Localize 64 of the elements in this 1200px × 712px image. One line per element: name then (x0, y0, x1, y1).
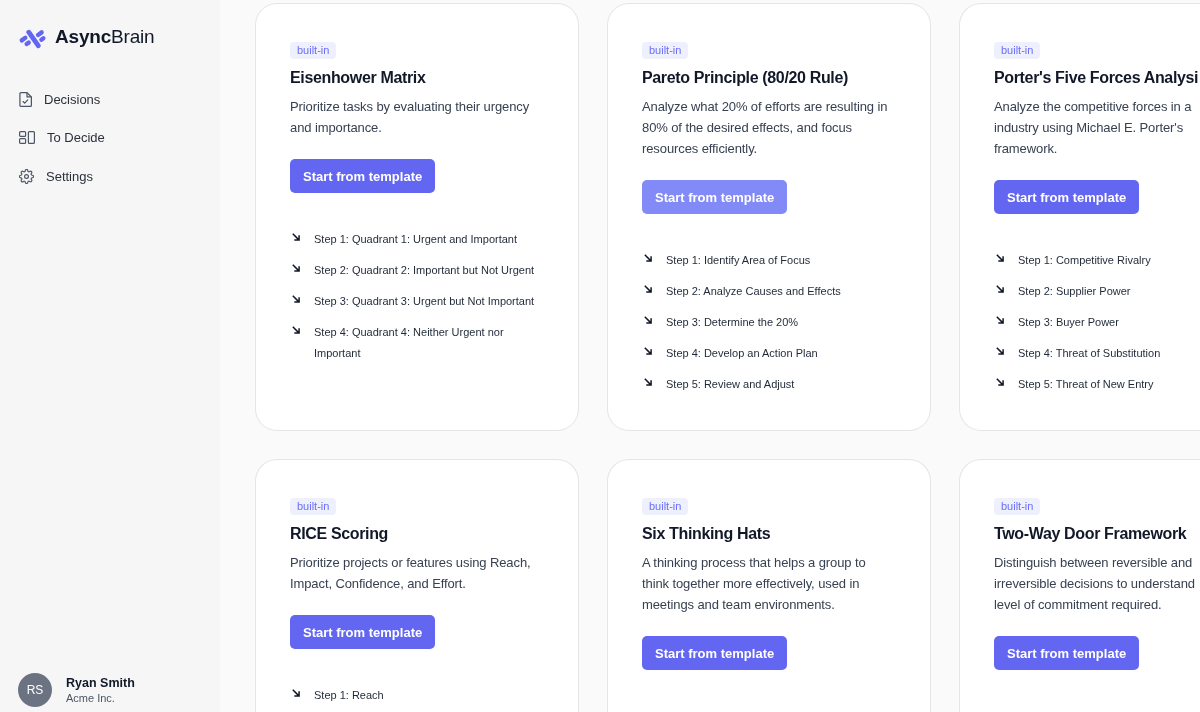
user-avatar: RS (18, 673, 52, 707)
step-text: Step 3: Quadrant 3: Urgent but Not Important (314, 294, 535, 309)
step-text: Step 2: Quadrant 2: Important but Not Urgent (314, 263, 535, 278)
down-right-arrow-icon (292, 326, 300, 334)
card-description: Distinguish between reversible and irreversible decisions to understand level of commitment required. (994, 554, 1196, 614)
start-template-button[interactable]: Start from template (290, 159, 436, 193)
card-title: Two-Way Door Framework (994, 524, 1187, 544)
template-tag: built-in (994, 42, 1041, 59)
card-description: A thinking process that helps a group to think together more effectively, used in meetings and team environments. (642, 554, 867, 614)
template-tag: built-in (642, 42, 689, 59)
step-text: Step 1: Identify Area of Focus (666, 253, 811, 268)
step-text: Step 4: Threat of Substitution (1018, 346, 1161, 361)
step-text: Step 1: Competitive Rivalry (1018, 253, 1151, 268)
card-description: Prioritize tasks by evaluating their urgency and importance. (290, 98, 531, 137)
nav-item[interactable]: To Decide (18, 118, 105, 157)
logo-text: AsyncBrain (55, 26, 155, 48)
start-template-button[interactable]: Start from template (290, 615, 436, 649)
step-text: Step 2: Analyze Causes and Effects (666, 284, 841, 299)
down-right-arrow-icon (996, 254, 1004, 262)
down-right-arrow-icon (644, 316, 652, 324)
card-description: Analyze the competitive forces in a industry using Michael E. Porter's framework. (994, 98, 1193, 158)
card-title: Six Thinking Hats (642, 524, 771, 544)
document-check-icon (19, 91, 32, 107)
down-right-arrow-icon (996, 347, 1004, 355)
template-tag: built-in (290, 498, 337, 515)
down-right-arrow-icon (292, 295, 300, 303)
card-description: Prioritize projects or features using Reach, Impact, Confidence, and Effort. (290, 554, 532, 593)
step-text: Step 1: Reach (314, 688, 384, 703)
step-text: Step 2: Supplier Power (1018, 284, 1131, 299)
template-tag: built-in (994, 498, 1041, 515)
card-title: Eisenhower Matrix (290, 68, 426, 88)
down-right-arrow-icon (292, 264, 300, 272)
step-text: Step 4: Develop an Action Plan (666, 346, 818, 361)
step-text: Step 5: Review and Adjust (666, 377, 795, 392)
down-right-arrow-icon (292, 689, 300, 697)
settings-icon (19, 168, 34, 184)
template-tag: built-in (642, 498, 689, 515)
user-name: Ryan Smith (66, 676, 135, 690)
down-right-arrow-icon (644, 285, 652, 293)
step-text: Step 3: Buyer Power (1018, 315, 1119, 330)
down-right-arrow-icon (996, 316, 1004, 324)
layout-blocks-icon (19, 131, 35, 145)
step-text: Step 5: Threat of New Entry (1018, 377, 1154, 392)
down-right-arrow-icon (996, 285, 1004, 293)
nav-item[interactable]: Decisions (18, 80, 101, 119)
down-right-arrow-icon (644, 347, 652, 355)
start-template-button[interactable]: Start from template (642, 180, 788, 214)
card-description: Analyze what 20% of efforts are resulting in 80% of the desired effects, and focus resources efficiently. (642, 98, 889, 158)
card-title: RICE Scoring (290, 524, 389, 544)
start-template-button[interactable]: Start from template (642, 636, 788, 670)
start-template-button[interactable]: Start from template (994, 636, 1140, 670)
step-text: Step 1: Quadrant 1: Urgent and Important (314, 232, 517, 247)
down-right-arrow-icon (644, 254, 652, 262)
card-title: Porter's Five Forces Analysi (994, 68, 1199, 88)
down-right-arrow-icon (644, 378, 652, 386)
card-title: Pareto Principle (80/20 Rule) (642, 68, 848, 88)
company-name: Acme Inc. (66, 692, 116, 704)
template-tag: built-in (290, 42, 337, 59)
down-right-arrow-icon (292, 233, 300, 241)
step-text: Step 3: Determine the 20% (666, 315, 799, 330)
start-template-button[interactable]: Start from template (994, 180, 1140, 214)
down-right-arrow-icon (996, 378, 1004, 386)
nav-item[interactable]: Settings (18, 157, 93, 196)
step-text: Step 4: Quadrant 4: Neither Urgent nor Important (314, 325, 505, 361)
